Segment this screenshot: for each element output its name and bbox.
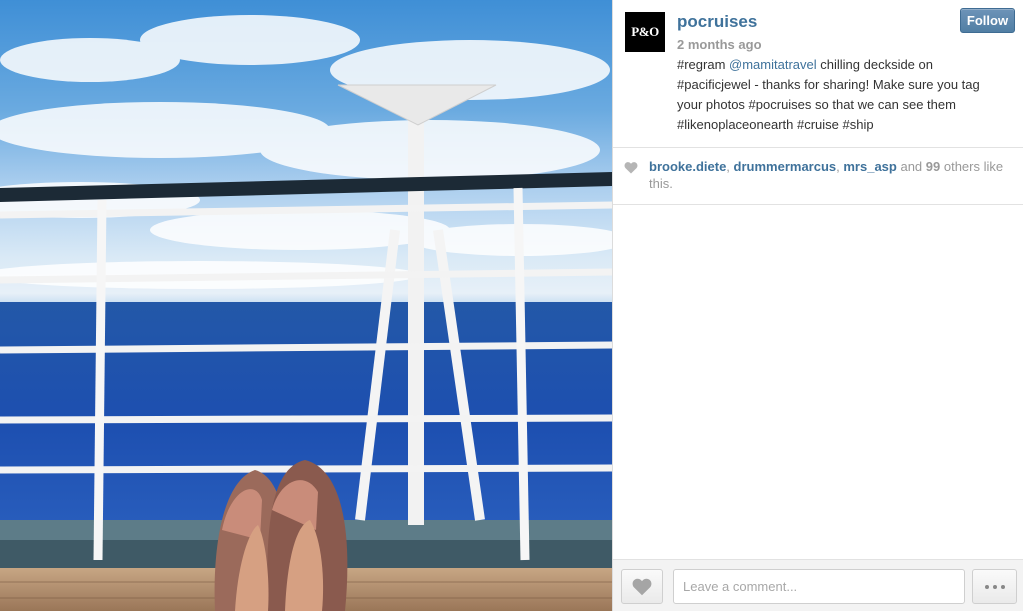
likes-count[interactable]: 99 <box>926 159 940 174</box>
mention-link[interactable]: @mamitatravel <box>729 57 817 72</box>
more-dots-icon <box>984 584 989 589</box>
more-options-button[interactable] <box>972 569 1017 604</box>
post-photo <box>0 0 612 611</box>
more-dots-icon <box>1000 584 1005 589</box>
heart-icon <box>632 578 652 596</box>
avatar-logo-text: P&O <box>631 24 659 39</box>
liker-link[interactable]: drummermarcus <box>734 159 837 174</box>
post-timestamp: 2 months ago <box>677 37 762 52</box>
username-link[interactable]: pocruises <box>677 12 757 32</box>
comment-input[interactable] <box>673 569 965 604</box>
more-dots-icon <box>992 584 997 589</box>
liker-link[interactable]: mrs_asp <box>843 159 896 174</box>
liker-link[interactable]: brooke.diete <box>649 159 726 174</box>
post-detail-panel: P&O pocruises 2 months ago Follow #regra… <box>612 0 1023 611</box>
comment-footer <box>613 559 1023 611</box>
follow-button[interactable]: Follow <box>960 8 1015 33</box>
likes-and-text: and <box>896 159 926 174</box>
caption-text-start: #regram <box>677 57 730 72</box>
post-header: P&O pocruises 2 months ago Follow #regra… <box>613 0 1023 148</box>
heart-icon <box>624 162 638 174</box>
like-button[interactable] <box>621 569 663 604</box>
photo-illustration <box>0 15 612 611</box>
likes-separator: , <box>726 159 734 174</box>
avatar[interactable]: P&O <box>625 12 665 52</box>
likes-summary: brooke.diete, drummermarcus, mrs_asp and… <box>613 148 1023 205</box>
post-caption: #regram @mamitatravel chilling deckside … <box>677 55 1007 135</box>
